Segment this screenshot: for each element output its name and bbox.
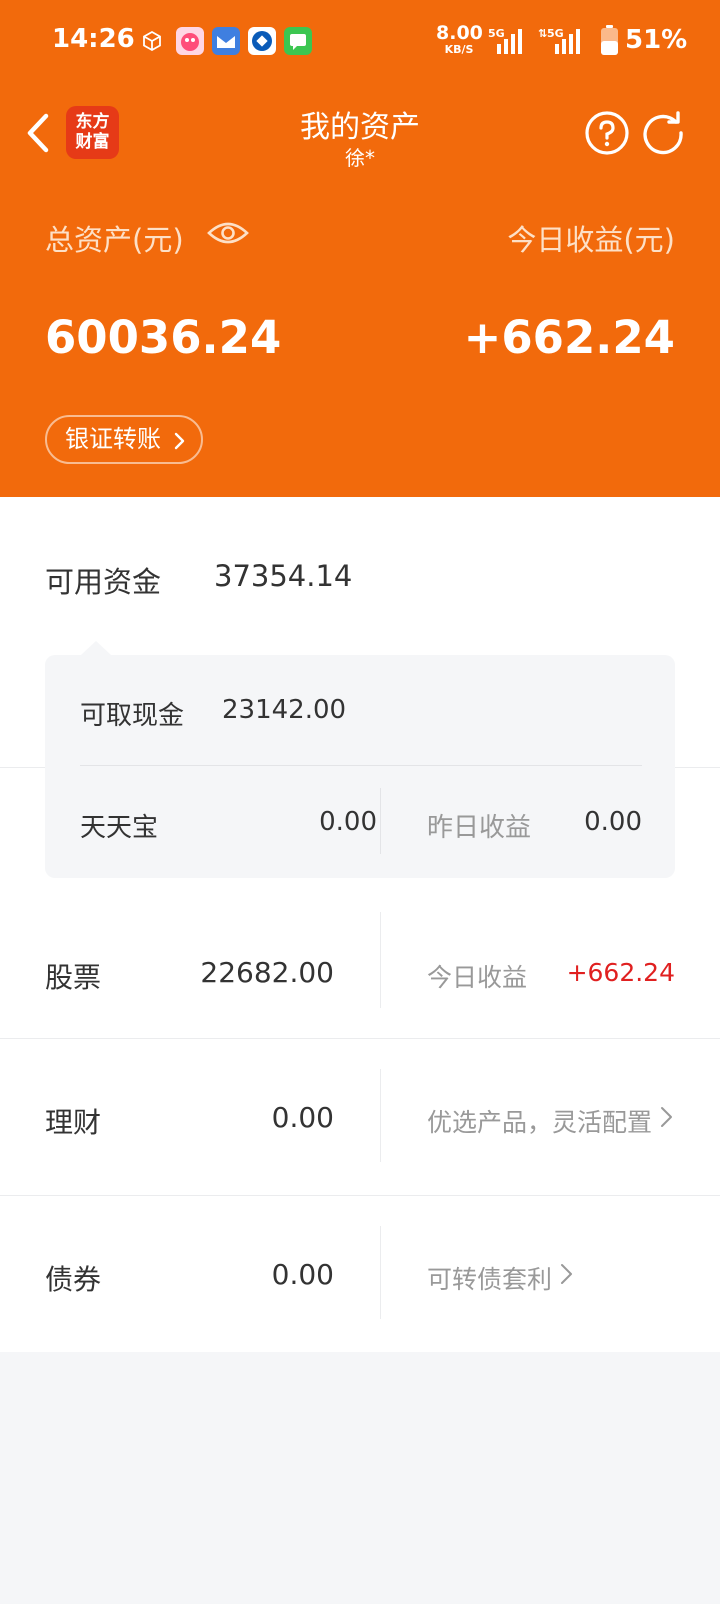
wealth-row[interactable]: 理财 0.00 优选产品，灵活配置	[0, 1038, 720, 1195]
stocks-label: 股票	[45, 961, 102, 994]
nav-bar: 东方 财富 我的资产 徐*	[0, 82, 720, 192]
back-icon[interactable]	[22, 110, 54, 156]
net-speed: 8.00 KB/S	[436, 22, 483, 56]
divider	[380, 1226, 381, 1319]
chevron-right-icon	[661, 1107, 672, 1127]
chevron-right-icon	[561, 1264, 572, 1284]
wealth-value: 0.00	[271, 1101, 334, 1134]
divider	[380, 1069, 381, 1162]
svg-text:5G: 5G	[488, 27, 505, 40]
wealth-promo-link[interactable]: 优选产品，灵活配置	[427, 1103, 652, 1139]
bonds-value: 0.00	[271, 1258, 334, 1291]
bank-transfer-label: 银证转账	[65, 425, 161, 453]
app-logo: 东方 财富	[66, 106, 119, 159]
bank-app-icon	[248, 27, 276, 55]
available-funds-label: 可用资金	[45, 565, 162, 599]
refresh-icon[interactable]	[640, 110, 686, 156]
bonds-promo-link[interactable]: 可转债套利	[427, 1260, 552, 1296]
withdrawable-cash-value: 23142.00	[222, 695, 347, 725]
svg-text:5G: 5G	[547, 27, 564, 40]
signal-icon: 5G	[488, 27, 522, 54]
asset-details: 可用资金 37354.14 可取现金 23142.00 天天宝 0.00 昨日收…	[0, 497, 720, 1352]
bank-transfer-button[interactable]: 银证转账	[45, 415, 203, 464]
popover-arrow	[81, 641, 111, 655]
stocks-row[interactable]: 股票 22682.00 今日收益 +662.24	[0, 912, 720, 1036]
status-time: 14:26	[52, 24, 135, 54]
bonds-label: 债券	[45, 1263, 102, 1296]
divider	[380, 912, 381, 1008]
available-funds-popover: 可取现金 23142.00 天天宝 0.00 昨日收益 0.00	[45, 641, 675, 878]
divider	[380, 788, 381, 854]
eye-icon[interactable]	[207, 217, 249, 249]
today-earnings-value: +662.24	[463, 311, 675, 364]
tiantianbao-value: 0.00	[319, 807, 377, 837]
battery-icon	[601, 25, 618, 55]
message-app-icon	[284, 27, 312, 55]
wealth-label: 理财	[45, 1106, 102, 1139]
withdrawable-cash-label: 可取现金	[80, 701, 185, 731]
yesterday-earnings-value: 0.00	[584, 807, 642, 837]
page-title: 我的资产	[300, 110, 420, 145]
stocks-today-label: 今日收益	[427, 963, 528, 992]
battery-percent: 51%	[625, 25, 688, 55]
signal-icon: ⇅ 5G	[538, 27, 580, 54]
total-assets-value: 60036.24	[45, 311, 282, 364]
mail-app-icon	[212, 27, 240, 55]
box-icon	[143, 30, 161, 52]
help-icon[interactable]	[584, 110, 630, 156]
promo-app-icon	[176, 27, 204, 55]
assets-header: 14:26 8.00 KB/S 5G ⇅ 5G 51% 东方 财富 我的资产 徐…	[0, 0, 720, 497]
divider	[80, 765, 642, 766]
account-name: 徐*	[345, 146, 375, 170]
stocks-value: 22682.00	[200, 956, 334, 989]
chevron-right-icon	[174, 432, 185, 450]
bonds-row[interactable]: 债券 0.00 可转债套利	[0, 1195, 720, 1352]
status-bar: 14:26 8.00 KB/S 5G ⇅ 5G 51%	[0, 0, 720, 82]
tiantianbao-label: 天天宝	[80, 813, 159, 843]
today-earnings-label: 今日收益(元)	[507, 223, 675, 257]
svg-text:⇅: ⇅	[538, 27, 547, 40]
available-funds-value: 37354.14	[214, 559, 353, 593]
total-assets-label: 总资产(元)	[45, 223, 184, 257]
yesterday-earnings-label: 昨日收益	[427, 813, 532, 843]
stocks-today-value: +662.24	[566, 958, 675, 987]
